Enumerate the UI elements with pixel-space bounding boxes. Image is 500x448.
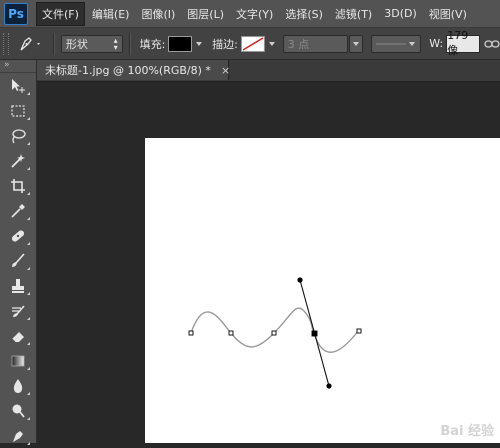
width-input[interactable]: 179 像 xyxy=(446,29,481,57)
photoshop-logo: Ps xyxy=(4,2,28,25)
direction-handle-point xyxy=(297,277,303,283)
document-tab-bar: 未标题-1.jpg @ 100%(RGB/8) * × xyxy=(37,60,500,82)
stroke-line-preview-icon xyxy=(376,43,407,44)
history-brush-tool-icon xyxy=(12,305,25,317)
pen-icon xyxy=(20,36,40,50)
divider xyxy=(128,32,131,55)
healing-brush-tool[interactable] xyxy=(4,224,32,248)
clone-stamp-tool-icon xyxy=(12,279,24,293)
dodge-tool[interactable] xyxy=(4,399,32,423)
eraser-tool[interactable] xyxy=(4,324,32,348)
blur-tool[interactable] xyxy=(4,374,32,398)
marquee-tool-icon xyxy=(11,105,25,117)
mode-select-value: 形状 xyxy=(65,37,88,51)
fill-swatch[interactable] xyxy=(168,35,193,52)
fill-label: 填充: xyxy=(139,37,166,51)
document-tab-title: 未标题-1.jpg @ 100%(RGB/8) * xyxy=(45,64,211,77)
clone-stamp-tool[interactable] xyxy=(4,274,32,298)
pen-tool-icon xyxy=(13,431,23,442)
link-icon[interactable] xyxy=(484,38,500,50)
healing-brush-tool-icon xyxy=(11,230,25,242)
tools-panel: » xyxy=(0,60,37,445)
document-tab[interactable]: 未标题-1.jpg @ 100%(RGB/8) * × xyxy=(37,60,230,80)
history-brush-tool[interactable] xyxy=(4,299,32,323)
move-tool[interactable] xyxy=(4,74,32,98)
lasso-tool-icon xyxy=(12,129,26,144)
anchor-point xyxy=(356,328,362,334)
chevron-down-icon xyxy=(409,41,416,46)
stroke-width-field[interactable]: 3 点 xyxy=(282,34,349,53)
menu-file[interactable]: 文件(F) xyxy=(36,1,85,26)
eyedropper-tool[interactable] xyxy=(4,199,32,223)
magic-wand-tool-icon xyxy=(11,154,25,168)
menu-3d[interactable]: 3D(D) xyxy=(379,4,422,23)
options-bar-grip[interactable] xyxy=(3,32,9,55)
wave-path xyxy=(190,307,360,353)
stroke-label: 描边: xyxy=(212,37,238,51)
panel-collapse-icon[interactable]: » xyxy=(0,60,36,73)
eyedropper-tool-icon xyxy=(11,204,25,218)
lasso-tool[interactable] xyxy=(4,124,32,148)
menu-filter[interactable]: 滤镜(T) xyxy=(330,3,377,25)
menu-select[interactable]: 选择(S) xyxy=(280,3,328,25)
menu-edit[interactable]: 编辑(E) xyxy=(87,3,135,25)
menu-type[interactable]: 文字(Y) xyxy=(231,3,278,25)
gradient-tool[interactable] xyxy=(4,349,32,373)
canvas[interactable]: Bai 经验 xyxy=(145,138,500,443)
chevron-down-icon xyxy=(353,41,360,46)
direction-handle-point xyxy=(326,383,332,389)
close-icon[interactable]: × xyxy=(221,64,230,77)
stroke-width-value: 3 点 xyxy=(287,37,310,51)
crop-tool-icon xyxy=(11,179,25,193)
anchor-point xyxy=(271,330,277,336)
stroke-swatch-none-icon[interactable] xyxy=(240,35,265,52)
anchor-point-selected xyxy=(311,330,318,337)
stroke-type-select[interactable] xyxy=(371,34,422,53)
width-label: W: xyxy=(429,37,444,50)
mode-select[interactable]: 形状 ▴ ▾ xyxy=(60,34,123,53)
chevron-down-icon[interactable] xyxy=(194,39,204,49)
anchor-point xyxy=(188,330,194,336)
menu-view[interactable]: 视图(V) xyxy=(424,3,472,25)
menu-image[interactable]: 图像(I) xyxy=(136,3,180,25)
brush-tool-icon xyxy=(12,253,25,267)
marquee-tool[interactable] xyxy=(4,99,32,123)
crop-tool[interactable] xyxy=(4,174,32,198)
divider xyxy=(52,32,55,55)
move-tool-icon xyxy=(12,79,25,93)
options-bar: 形状 ▴ ▾ 填充: 描边: 3 点 W: 179 像 xyxy=(0,28,500,60)
stroke-width-dropdown[interactable] xyxy=(349,34,364,53)
magic-wand-tool[interactable] xyxy=(4,149,32,173)
eraser-tool-icon xyxy=(11,332,24,343)
menu-bar: Ps 文件(F) 编辑(E) 图像(I) 图层(L) 文字(Y) 选择(S) 滤… xyxy=(0,0,500,28)
path-drawing xyxy=(188,277,362,389)
chevron-down-icon[interactable] xyxy=(267,39,277,49)
gradient-tool-icon xyxy=(11,355,25,367)
brush-tool[interactable] xyxy=(4,249,32,273)
blur-tool-icon xyxy=(13,379,23,393)
dodge-tool-icon xyxy=(12,404,25,418)
pen-tool[interactable] xyxy=(4,424,32,448)
updown-arrows-icon: ▴ ▾ xyxy=(113,35,118,52)
watermark-logo: Bai 经验 xyxy=(440,424,494,439)
anchor-point xyxy=(228,330,234,336)
tool-preset-picker[interactable] xyxy=(13,32,47,56)
menu-layer[interactable]: 图层(L) xyxy=(182,3,229,25)
workspace: Bai 经验 xyxy=(37,82,500,443)
